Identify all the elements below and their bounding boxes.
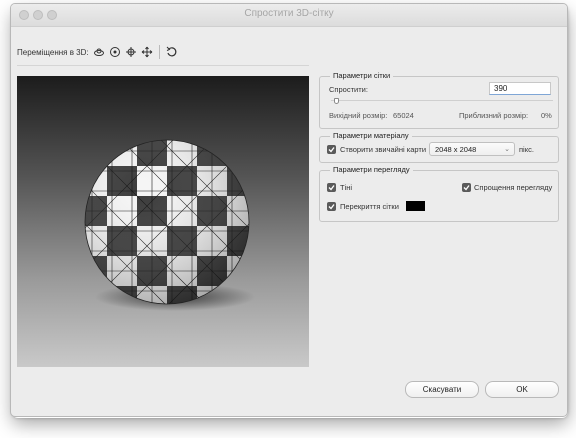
orbit-3d-icon[interactable] bbox=[93, 46, 105, 58]
window-title: Спростити 3D-сітку bbox=[244, 8, 334, 19]
overlay-color-swatch[interactable] bbox=[406, 201, 425, 211]
view-params-group: Параметри перегляду bbox=[319, 165, 559, 222]
simplify-view-checkbox[interactable] bbox=[462, 183, 471, 192]
title-bar: Спростити 3D-сітку bbox=[11, 4, 567, 27]
toolbar-divider-line bbox=[17, 65, 309, 66]
map-size-value: 2048 x 2048 bbox=[435, 145, 477, 154]
roll-3d-icon[interactable] bbox=[109, 46, 121, 58]
view-params-title: Параметри перегляду bbox=[330, 165, 413, 174]
mesh-params-title: Параметри сітки bbox=[330, 71, 394, 80]
toolbar-divider bbox=[158, 45, 160, 59]
create-maps-label: Створити звичайні карти bbox=[340, 145, 427, 154]
approx-size-value: 0% bbox=[541, 111, 552, 120]
mesh-overlay-label: Перекриття сітки bbox=[340, 202, 399, 211]
simplify-input[interactable]: 390 bbox=[489, 82, 551, 95]
simplify-3d-mesh-dialog: Спростити 3D-сітку Переміщення в 3D: Пар… bbox=[10, 3, 568, 417]
chevron-down-icon: ⌄ bbox=[504, 146, 510, 153]
mesh-sphere-preview bbox=[84, 139, 255, 311]
slide-3d-icon[interactable] bbox=[141, 46, 153, 58]
move-3d-toolbar: Переміщення в 3D: bbox=[17, 42, 178, 62]
material-params-title: Параметри матеріалу bbox=[330, 131, 412, 140]
ok-button[interactable]: OK bbox=[485, 381, 559, 398]
map-size-select[interactable]: 2048 x 2048 ⌄ bbox=[429, 142, 515, 156]
reset-view-icon[interactable] bbox=[166, 46, 178, 58]
simplify-view-label: Спрощення перегляду bbox=[474, 183, 553, 192]
cancel-button[interactable]: Скасувати bbox=[405, 381, 479, 398]
pixels-unit-label: пікс. bbox=[519, 145, 534, 154]
shadows-checkbox[interactable] bbox=[327, 183, 336, 192]
source-size-label: Вихідний розмір: bbox=[329, 111, 388, 120]
simplify-label: Спростити: bbox=[329, 85, 368, 94]
simplify-slider-track[interactable] bbox=[331, 100, 553, 101]
source-size-value: 65024 bbox=[393, 111, 414, 120]
pan-3d-icon[interactable] bbox=[125, 46, 137, 58]
shadows-label: Тіні bbox=[340, 183, 353, 192]
move-3d-label: Переміщення в 3D: bbox=[17, 47, 89, 57]
mesh-overlay-checkbox[interactable] bbox=[327, 202, 336, 211]
create-maps-checkbox[interactable] bbox=[327, 145, 336, 154]
approx-size-label: Приблизний розмір: bbox=[459, 111, 529, 120]
3d-preview-viewport[interactable] bbox=[17, 76, 309, 367]
